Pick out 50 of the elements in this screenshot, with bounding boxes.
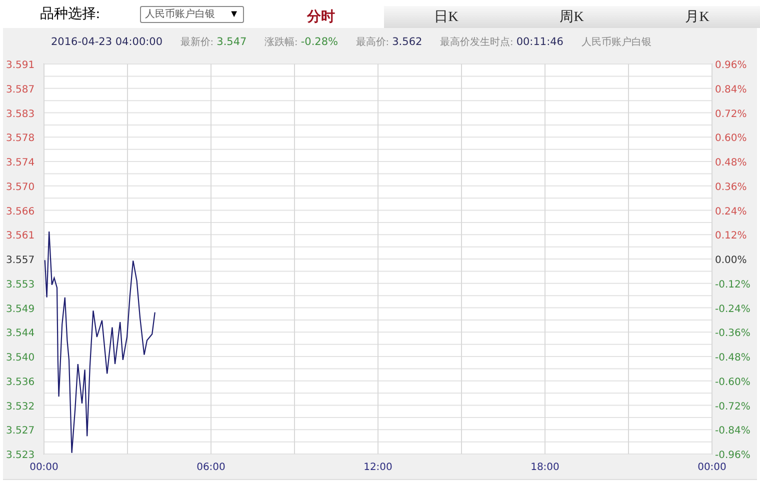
price-axis-label: 3.591 (6, 60, 35, 71)
percent-axis-label: 0.36% (715, 182, 747, 193)
price-axis-label: 3.557 (6, 255, 35, 266)
price-axis-label: 3.544 (6, 328, 35, 340)
price-axis-label: 3.578 (6, 133, 35, 144)
price-axis-label: 3.549 (6, 304, 35, 315)
percent-axis-label: 0.24% (715, 206, 747, 218)
percent-axis-label: -0.60% (715, 376, 750, 388)
percent-axis-label: 0.12% (715, 230, 747, 242)
price-axis-label: 3.553 (6, 279, 35, 290)
percent-axis-label: -0.48% (715, 352, 750, 364)
instrument-name: 人民币账户白银 (581, 36, 652, 49)
percent-axis-label: 0.60% (715, 133, 747, 144)
chart-tab[interactable]: 月K (634, 6, 760, 28)
timestamp: 2016-04-23 04:00:00 (51, 36, 163, 48)
percent-axis-label: -0.84% (715, 426, 750, 437)
chart-tab[interactable]: 日K (384, 6, 509, 28)
price-axis-label: 3.540 (6, 352, 35, 364)
percent-axis-label: 0.00% (715, 255, 747, 266)
quote-stat: 最高价发生时点: 00:11:46 (440, 35, 564, 49)
price-axis-label: 3.566 (6, 206, 35, 218)
price-axis-label: 3.587 (6, 84, 35, 96)
price-axis-label: 3.574 (6, 158, 35, 168)
time-axis-label: 00:00 (698, 462, 726, 473)
price-axis-label: 3.570 (6, 182, 35, 193)
percent-axis-label: 0.84% (715, 84, 747, 96)
price-axis-label: 3.532 (6, 401, 35, 412)
instrument-select[interactable]: 人民币账户白银 ▼ (140, 6, 244, 22)
time-axis-label: 00:00 (30, 462, 58, 473)
quote-stat: 涨跌幅: -0.28% (264, 35, 338, 49)
time-axis-label: 18:00 (530, 462, 560, 473)
quote-stat: 最高价: 3.562 (356, 35, 422, 49)
price-axis-label: 3.523 (6, 450, 35, 461)
selector-label: 品种选择: (40, 6, 101, 23)
price-axis-label: 3.527 (6, 426, 35, 437)
percent-axis-label: -0.36% (715, 328, 750, 340)
percent-axis-label: 0.72% (715, 108, 747, 120)
percent-axis-label: -0.96% (715, 450, 750, 461)
percent-axis-label: -0.12% (715, 279, 750, 290)
quote-stat: 最新价: 3.547 (180, 35, 247, 49)
percent-axis-label: -0.24% (715, 304, 750, 315)
time-axis-label: 06:00 (196, 462, 226, 473)
price-axis-label: 3.561 (6, 230, 35, 242)
chart-tab[interactable]: 周K (509, 6, 634, 28)
price-axis-label: 3.583 (6, 108, 35, 120)
percent-axis-label: 0.96% (715, 60, 747, 71)
time-axis-label: 12:00 (364, 462, 392, 473)
percent-axis-label: 0.48% (715, 158, 747, 168)
price-axis-label: 3.536 (6, 376, 35, 388)
percent-axis-label: -0.72% (715, 401, 750, 412)
